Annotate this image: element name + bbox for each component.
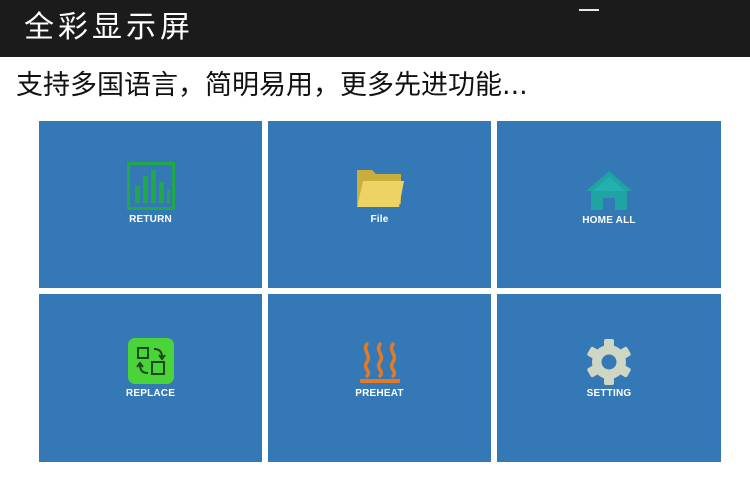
setting-label: SETTING (586, 388, 632, 399)
bar-chart-icon (126, 162, 175, 210)
file-label: File (370, 214, 389, 225)
replace-label: REPLACE (125, 388, 176, 399)
banner-title: 全彩显示屏 (24, 10, 194, 45)
banner-mark (579, 9, 599, 11)
file-button[interactable]: File (268, 121, 491, 288)
title-banner: 全彩显示屏 (0, 0, 750, 57)
preheat-label: PREHEAT (355, 388, 404, 399)
home-all-label: HOME ALL (582, 215, 636, 226)
folder-icon (356, 170, 404, 207)
return-label: RETURN (129, 214, 172, 225)
home-all-button[interactable]: HOME ALL (497, 121, 721, 288)
swap-icon (127, 338, 174, 384)
gear-icon (587, 339, 631, 385)
home-icon (586, 171, 632, 210)
return-button[interactable]: RETURN (39, 121, 262, 288)
setting-button[interactable]: SETTING (497, 294, 721, 462)
feature-subtitle: 支持多国语言，简明易用，更多先进功能... (16, 70, 528, 101)
replace-button[interactable]: REPLACE (39, 294, 262, 462)
heat-icon (359, 342, 400, 383)
preheat-button[interactable]: PREHEAT (268, 294, 491, 462)
